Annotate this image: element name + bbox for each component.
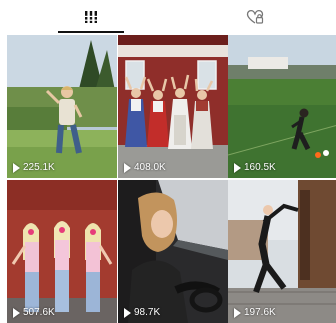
profile-tab-bar: [0, 0, 336, 34]
thumbnail-image: [7, 180, 117, 323]
video-thumbnail[interactable]: 98.7K: [118, 180, 228, 323]
thumbnail-image: [7, 35, 117, 178]
video-thumbnail[interactable]: 225.1K: [7, 35, 117, 178]
video-thumbnail[interactable]: 507.6K: [7, 180, 117, 323]
grid-icon: [85, 11, 97, 23]
play-icon: [124, 162, 131, 173]
view-count: 197.6K: [234, 307, 276, 318]
view-count-label: 197.6K: [244, 307, 276, 318]
view-count-label: 507.6K: [23, 307, 55, 318]
thumbnail-image: [118, 35, 228, 178]
view-count-label: 225.1K: [23, 162, 55, 173]
view-count: 160.5K: [234, 162, 276, 173]
view-count-label: 98.7K: [134, 307, 161, 318]
play-icon: [13, 162, 20, 173]
view-count: 225.1K: [13, 162, 55, 173]
liked-heart-icon: [246, 9, 264, 24]
video-thumbnail[interactable]: 408.0K: [118, 35, 228, 178]
play-icon: [234, 162, 241, 173]
play-icon: [234, 307, 241, 318]
play-icon: [124, 307, 131, 318]
video-thumbnail[interactable]: 197.6K: [228, 180, 336, 323]
view-count: 507.6K: [13, 307, 55, 318]
tab-liked[interactable]: [200, 0, 310, 34]
thumbnail-image: [228, 35, 336, 178]
view-count: 98.7K: [124, 307, 160, 318]
thumbnail-image: [118, 180, 228, 323]
video-grid: 225.1K 408.0K 160.5K 507.6K 98.7K 197.6K: [0, 35, 336, 323]
tab-videos[interactable]: [36, 0, 146, 34]
view-count: 408.0K: [124, 162, 166, 173]
view-count-label: 160.5K: [244, 162, 276, 173]
thumbnail-image: [228, 180, 336, 323]
play-icon: [13, 307, 20, 318]
view-count-label: 408.0K: [134, 162, 166, 173]
selected-tab-indicator: [58, 31, 124, 33]
video-thumbnail[interactable]: 160.5K: [228, 35, 336, 178]
